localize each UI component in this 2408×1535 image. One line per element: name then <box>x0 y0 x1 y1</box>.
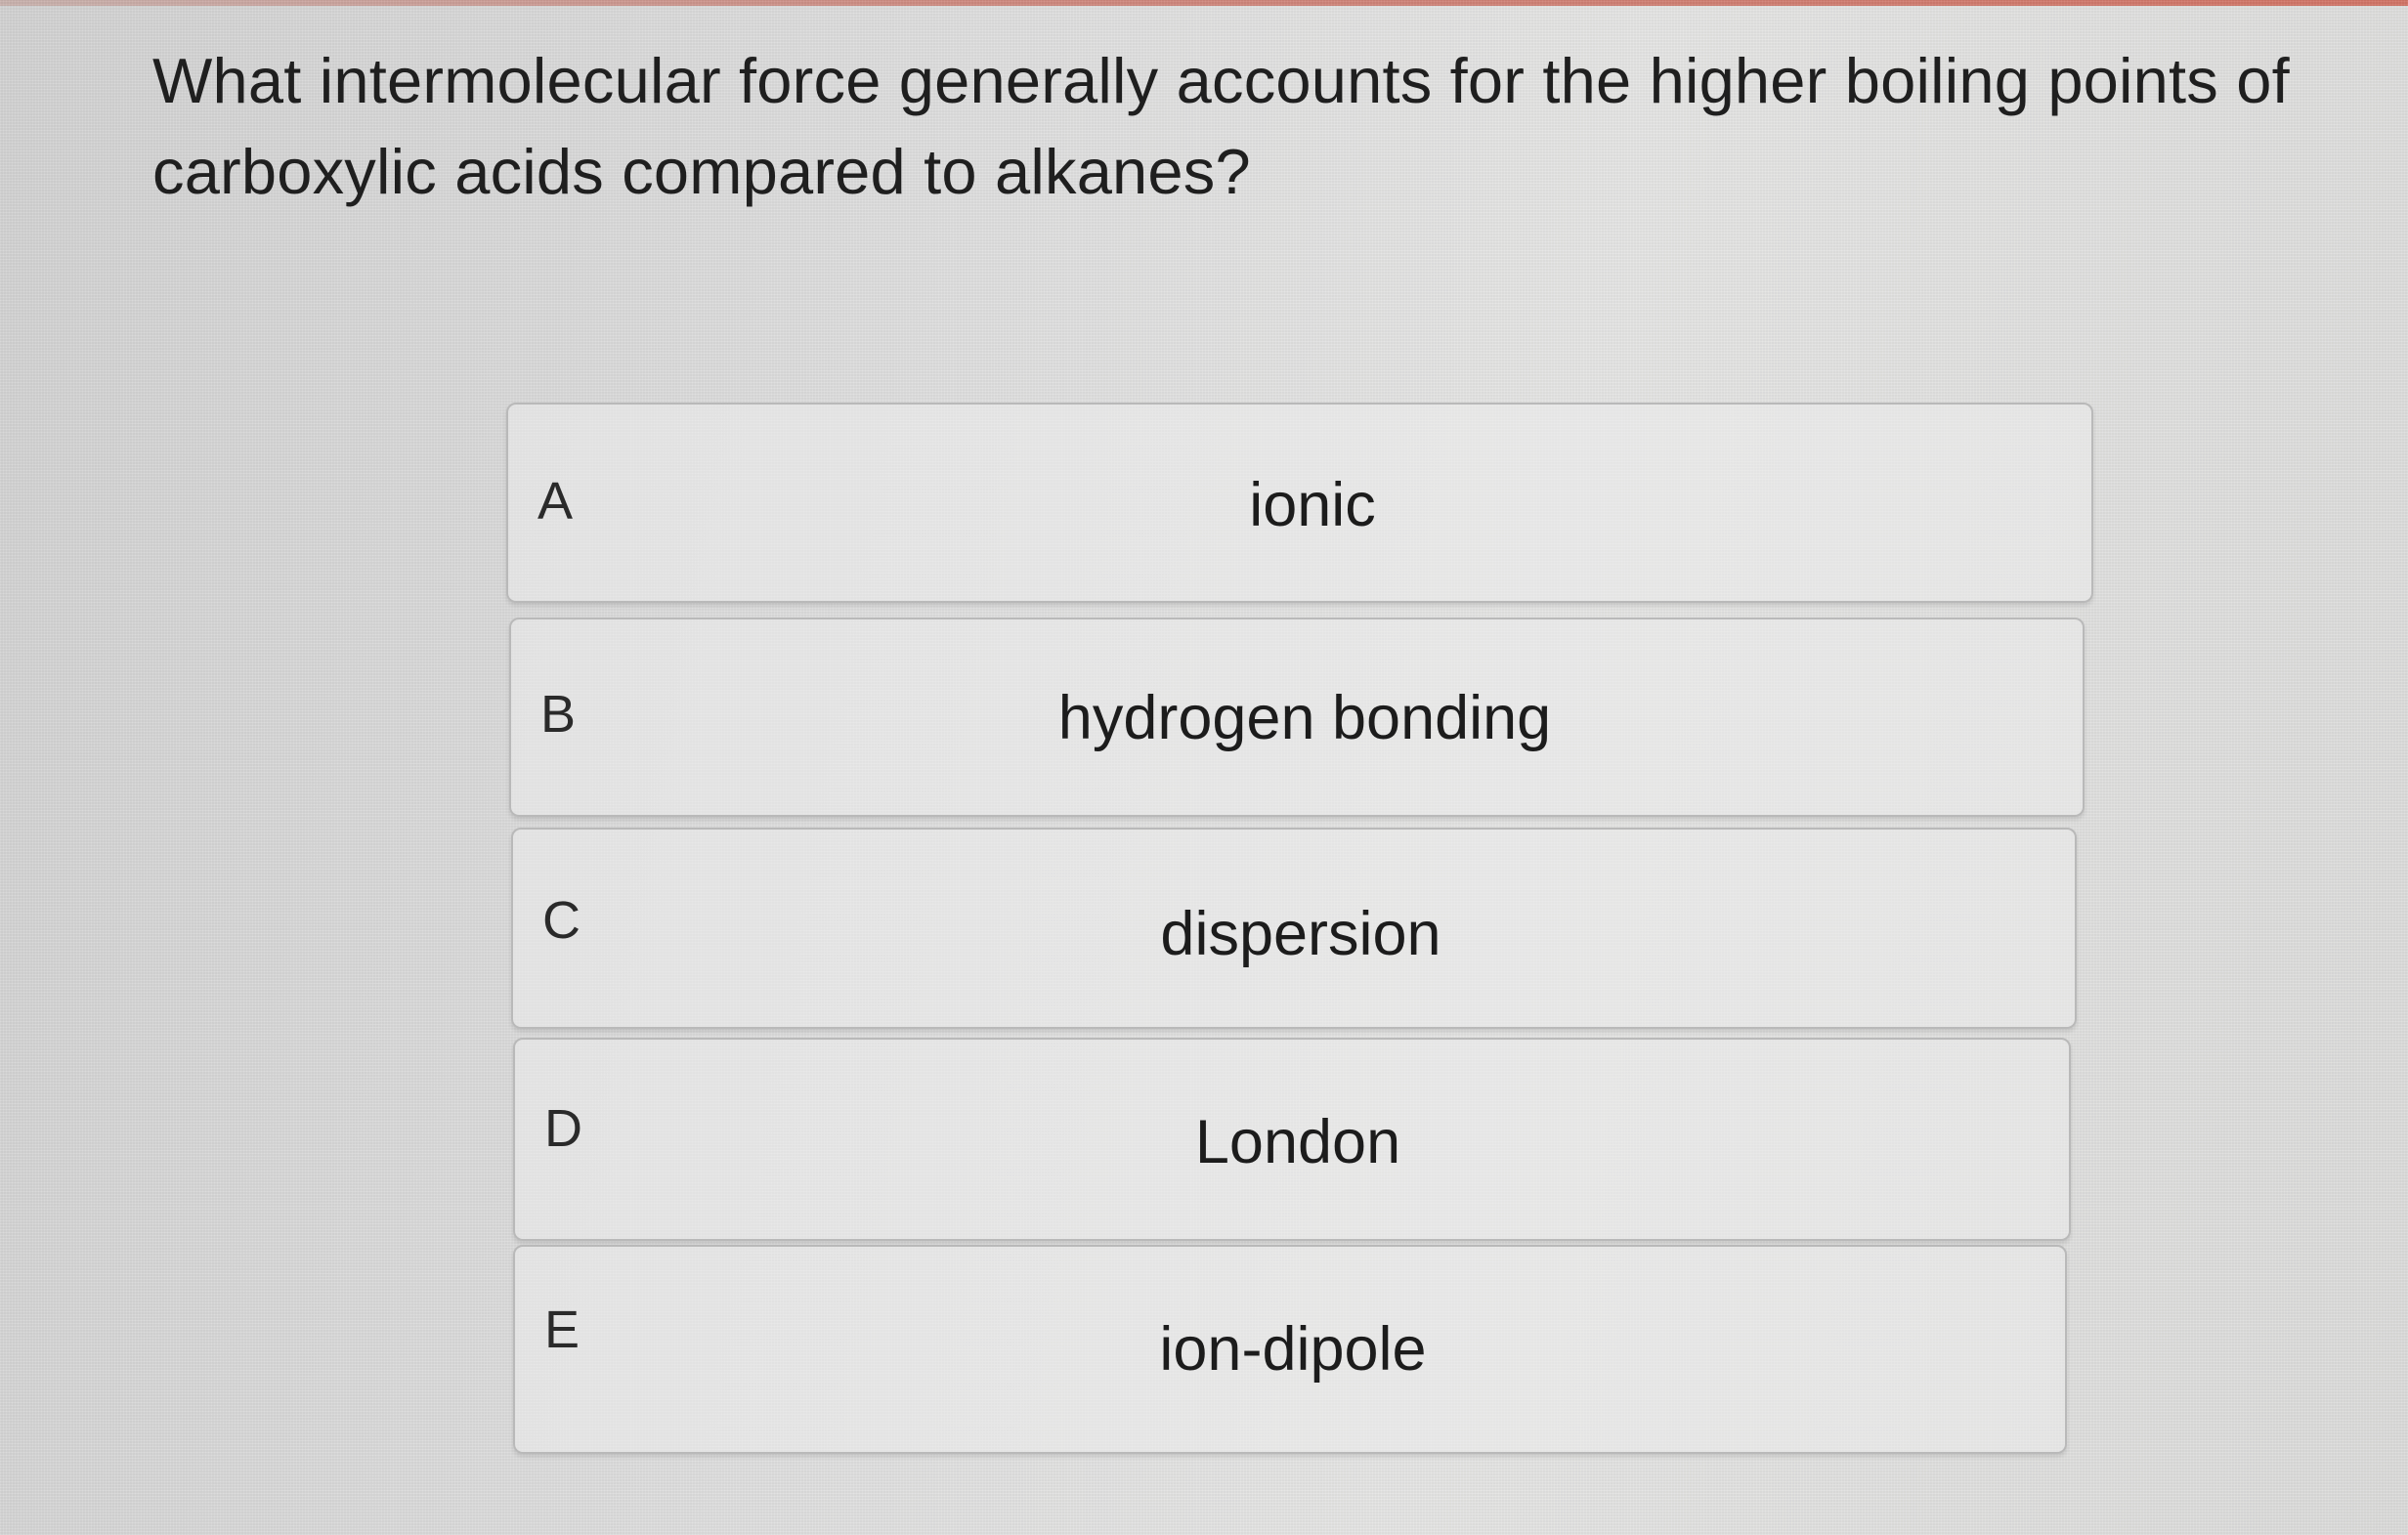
answer-option-a[interactable]: A ionic <box>506 403 2093 603</box>
answer-option-b[interactable]: B hydrogen bonding <box>509 618 2085 817</box>
answer-option-c[interactable]: C dispersion <box>511 828 2077 1029</box>
option-text: hydrogen bonding <box>1057 684 1552 752</box>
window-top-edge <box>0 0 2408 6</box>
question-text: What intermolecular force generally acco… <box>152 45 2290 207</box>
option-text: London <box>1194 1108 1401 1176</box>
option-text: dispersion <box>1160 900 1441 968</box>
answer-option-d[interactable]: D London <box>513 1038 2071 1241</box>
option-text: ion-dipole <box>1159 1315 1427 1384</box>
option-text: ionic <box>1249 471 1376 539</box>
answer-option-e[interactable]: E ion-dipole <box>513 1245 2067 1454</box>
